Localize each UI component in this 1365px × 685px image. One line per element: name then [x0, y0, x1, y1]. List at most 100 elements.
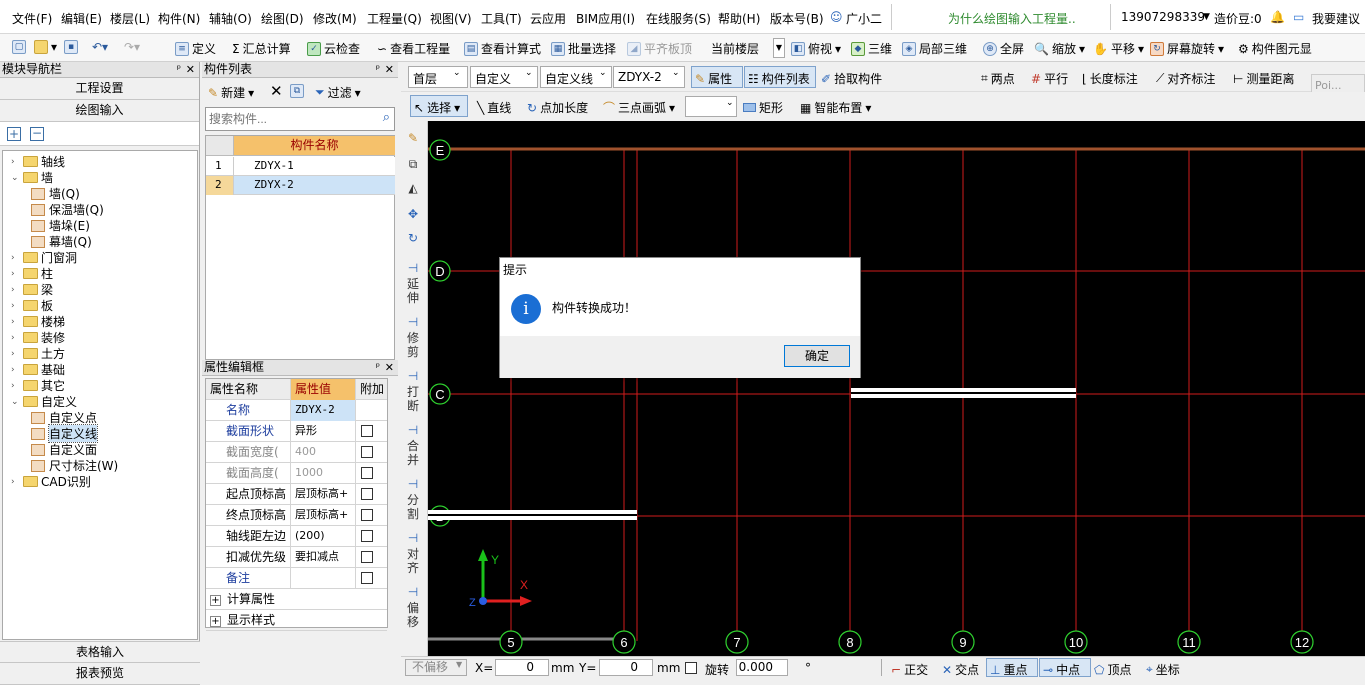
three-d-button[interactable]: ◆ 三维 — [851, 40, 892, 57]
save-icon[interactable]: ▪ — [64, 40, 78, 54]
table-row[interactable]: 2 ZDYX-2 — [206, 176, 395, 195]
add-checkbox[interactable] — [361, 509, 373, 521]
vtool-label[interactable]: 对齐 — [405, 547, 421, 575]
zoom-button[interactable]: 🔍 缩放 ▾ — [1034, 40, 1085, 57]
ok-button[interactable]: 确定 — [784, 345, 850, 367]
tree-item[interactable]: › CAD识别 — [11, 473, 91, 490]
close-icon[interactable]: ✕ — [186, 62, 195, 77]
chevron-right-icon[interactable]: › — [11, 317, 23, 327]
vtool-icon[interactable]: ⊣ — [405, 423, 421, 437]
rect-tool[interactable]: 矩形 — [743, 99, 783, 116]
property-row[interactable]: 扣减优先级 要扣减点 — [206, 547, 387, 568]
chevron-down-icon[interactable]: ⌄ — [11, 397, 23, 407]
menu-assistant-icon[interactable]: ☺ — [830, 10, 843, 24]
property-value[interactable]: 层顶标高+ — [291, 505, 356, 526]
arc-tool[interactable]: ⌒ 三点画弧 ▾ — [603, 99, 675, 116]
delete-icon[interactable]: ✕ — [270, 82, 283, 100]
menu-modify[interactable]: 修改(M) — [313, 10, 357, 27]
add-checkbox[interactable] — [361, 572, 373, 584]
local-3d-button[interactable]: ◈ 局部三维 — [902, 40, 967, 57]
tree-item[interactable]: › 梁 — [11, 281, 53, 298]
chevron-right-icon[interactable]: › — [11, 333, 23, 343]
cloud-check-button[interactable]: ✓ 云检查 — [307, 40, 360, 57]
cad-drawing[interactable]: EDCB56789101112YXZ — [428, 121, 1365, 656]
vtool-label[interactable]: 打断 — [405, 385, 421, 413]
chevron-right-icon[interactable]: › — [11, 381, 23, 391]
view-formula-button[interactable]: ▤ 查看计算式 — [464, 40, 541, 57]
menu-draw[interactable]: 绘图(D) — [261, 10, 304, 27]
menu-aux-axis[interactable]: 辅轴(O) — [209, 10, 252, 27]
move-icon[interactable]: ✥ — [405, 207, 421, 221]
property-row[interactable]: 截面形状 异形 — [206, 421, 387, 442]
copy-icon[interactable]: ⧉ — [405, 157, 421, 171]
property-row[interactable]: 名称 ZDYX-2 — [206, 400, 387, 421]
property-row[interactable]: 终点顶标高 层顶标高+ — [206, 505, 387, 526]
menu-tools[interactable]: 工具(T) — [481, 10, 522, 27]
define-button[interactable]: ≡ 定义 — [175, 40, 216, 57]
add-checkbox[interactable] — [361, 467, 373, 479]
property-row[interactable]: + 计算属性 — [206, 589, 387, 610]
menu-edit[interactable]: 编辑(E) — [61, 10, 102, 27]
chevron-right-icon[interactable]: › — [11, 157, 23, 167]
smart-layout-tool[interactable]: ▦ 智能布置 ▾ — [800, 99, 871, 116]
menu-component[interactable]: 构件(N) — [158, 10, 200, 27]
tree-item[interactable]: 自定义线 — [31, 424, 99, 443]
vtool-label[interactable]: 合并 — [405, 439, 421, 467]
tree-item[interactable]: › 轴线 — [11, 153, 65, 170]
property-value[interactable]: ZDYX-2 — [291, 400, 356, 421]
vtool-label[interactable]: 延伸 — [405, 277, 421, 305]
vtool-icon[interactable]: ⊣ — [405, 585, 421, 599]
view-qty-button[interactable]: ∽ 查看工程量 — [377, 40, 450, 57]
fullscreen-button[interactable]: ⊕ 全屏 — [983, 40, 1024, 57]
expand-icon[interactable]: + — [210, 616, 221, 627]
flat-top-button[interactable]: ◢ 平齐板顶 — [627, 40, 692, 57]
rotate-icon[interactable]: ↻ — [405, 231, 421, 245]
menu-version[interactable]: 版本号(B) — [770, 10, 824, 27]
select-tool[interactable]: ↖ 选择 ▾ — [410, 95, 468, 117]
tree-item[interactable]: 自定义点 — [31, 409, 97, 426]
project-settings-button[interactable]: 工程设置 — [0, 78, 199, 100]
property-value[interactable]: (200) — [291, 526, 356, 547]
chevron-down-icon[interactable]: ⌄ — [11, 173, 23, 183]
property-value[interactable]: 要扣减点 — [291, 547, 356, 568]
chevron-right-icon[interactable]: › — [11, 365, 23, 375]
account-dropdown[interactable]: 13907298339 — [1121, 10, 1205, 24]
undo-icon[interactable]: ↶▾ — [92, 40, 108, 54]
message-icon[interactable]: ▭ — [1293, 10, 1304, 24]
tree-item[interactable]: › 其它 — [11, 377, 65, 394]
add-checkbox[interactable] — [361, 425, 373, 437]
new-file-icon[interactable]: ▢ — [12, 40, 26, 54]
close-icon[interactable]: ✕ — [385, 62, 394, 77]
length-dim-button[interactable]: ⌊ 长度标注 — [1082, 70, 1138, 87]
line-tool[interactable]: ╲ 直线 — [477, 99, 511, 116]
y-input[interactable]: 0 — [599, 659, 653, 676]
drawing-input-button[interactable]: 绘图输入 — [0, 100, 199, 122]
tree-item[interactable]: › 柱 — [11, 265, 53, 282]
property-row[interactable]: 起点顶标高 层顶标高+ — [206, 484, 387, 505]
drawing-canvas[interactable]: EDCB56789101112YXZ — [428, 121, 1365, 656]
vtool-icon[interactable]: ⊣ — [405, 369, 421, 383]
perp-toggle[interactable]: ⊥ 重点 — [986, 658, 1038, 677]
floor-dropdown[interactable]: ▼ — [773, 38, 785, 58]
tree-item[interactable]: › 基础 — [11, 361, 65, 378]
vtool-icon[interactable]: ⊣ — [405, 477, 421, 491]
pin-icon[interactable]: ᵖ — [177, 62, 181, 77]
new-component-button[interactable]: ✎ 新建 ▾ — [208, 84, 254, 101]
coord-toggle[interactable]: ⌖ 坐标 — [1146, 661, 1180, 678]
menu-file[interactable]: 文件(F) — [12, 10, 52, 27]
expand-all-icon[interactable]: + — [7, 127, 21, 141]
align-dim-button[interactable]: ⟋ 对齐标注 — [1156, 70, 1215, 87]
pin-icon[interactable]: ᵖ — [376, 360, 380, 375]
tree-item[interactable]: 墙垛(E) — [31, 217, 90, 234]
menu-view[interactable]: 视图(V) — [430, 10, 472, 27]
mirror-icon[interactable]: ◭ — [405, 181, 421, 195]
vtool-label[interactable]: 偏移 — [405, 601, 421, 629]
chevron-right-icon[interactable]: › — [11, 253, 23, 263]
menu-assistant[interactable]: 广小二 — [846, 10, 882, 27]
parallel-button[interactable]: # 平行 — [1031, 70, 1068, 87]
property-value[interactable]: 异形 — [291, 421, 356, 442]
tree-item[interactable]: 墙(Q) — [31, 185, 80, 202]
filter-button[interactable]: ⏷ 过滤 ▾ — [315, 84, 361, 101]
add-checkbox[interactable] — [361, 488, 373, 500]
menu-cloud[interactable]: 云应用 — [530, 10, 566, 27]
